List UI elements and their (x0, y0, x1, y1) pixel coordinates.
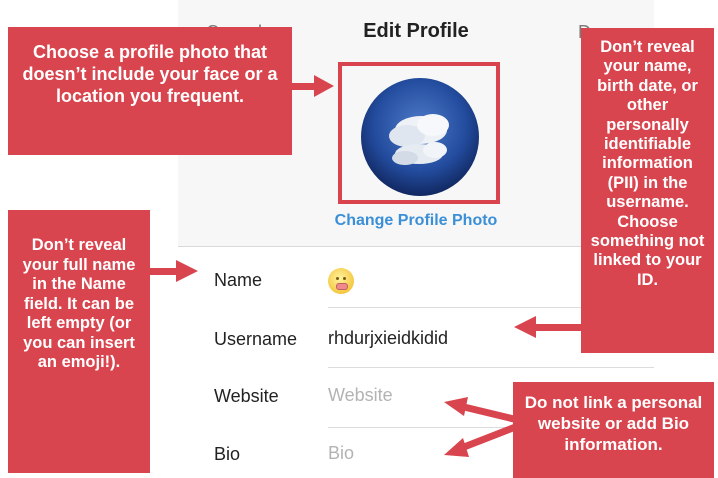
bio-field[interactable]: Bio (328, 443, 354, 464)
callout-website-bio: Do not link a personal website or add Bi… (513, 382, 714, 478)
callout-username: Don’t reveal your name, birth date, or o… (581, 28, 714, 353)
website-label: Website (214, 386, 279, 406)
emoji-smiley-icon[interactable] (328, 268, 354, 294)
username-field[interactable]: rhdurjxieidkidid (328, 328, 448, 349)
bio-label: Bio (214, 444, 241, 464)
name-label: Name (214, 270, 263, 290)
website-field[interactable]: Website (328, 385, 393, 406)
profile-photo[interactable] (361, 78, 479, 196)
callout-photo: Choose a profile photo that doesn’t incl… (8, 27, 292, 155)
callout-name: Don’t reveal your full name in the Name … (8, 210, 150, 473)
arrow-name-shaft (150, 268, 178, 275)
username-label: Username (214, 329, 298, 349)
divider (328, 367, 654, 368)
